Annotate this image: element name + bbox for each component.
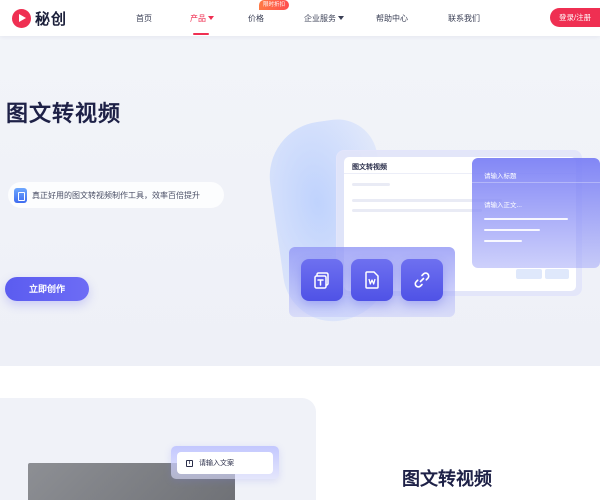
hero-tagline-text: 真正好用的图文转视频制作工具，效率百倍提升 bbox=[32, 190, 200, 200]
text-line bbox=[484, 240, 522, 242]
body-input-row: 请输入正文... bbox=[472, 194, 600, 212]
logo[interactable]: 秘创 bbox=[12, 8, 67, 29]
nav-item-home[interactable]: 首页 bbox=[136, 13, 152, 24]
title-input-row: 请输入标题 bbox=[472, 165, 600, 183]
link-tile[interactable] bbox=[401, 259, 443, 301]
title-placeholder: 请输入标题 bbox=[484, 173, 517, 180]
text-file-tile[interactable] bbox=[301, 259, 343, 301]
nav-item-enterprise[interactable]: 企业服务 bbox=[304, 13, 344, 24]
nav-item-products-label: 产品 bbox=[190, 14, 206, 23]
brand-name: 秘创 bbox=[35, 11, 68, 28]
editor-button-placeholder bbox=[545, 269, 569, 279]
section-title: 图文转视频 bbox=[402, 469, 492, 489]
link-icon bbox=[414, 272, 430, 288]
nav-item-pricing[interactable]: 价格 bbox=[248, 13, 264, 24]
active-nav-indicator bbox=[193, 33, 209, 35]
copy-input-card: T 请输入文案 bbox=[171, 446, 279, 479]
hero-title: 图文转视频 bbox=[6, 101, 122, 126]
text-line bbox=[484, 229, 540, 231]
text-file-icon bbox=[314, 272, 329, 289]
nav-item-products[interactable]: 产品 bbox=[190, 13, 214, 24]
nav-item-contact[interactable]: 联系我们 bbox=[448, 13, 480, 24]
source-type-tray bbox=[289, 247, 455, 317]
body-placeholder: 请输入正文... bbox=[484, 202, 522, 209]
caret-down-icon bbox=[208, 16, 214, 20]
nav-item-enterprise-label: 企业服务 bbox=[304, 14, 336, 23]
create-now-button[interactable]: 立即创作 bbox=[5, 277, 89, 301]
placeholder-line bbox=[352, 183, 390, 186]
word-file-tile[interactable] bbox=[351, 259, 393, 301]
play-logo-icon bbox=[12, 9, 31, 28]
document-icon bbox=[14, 187, 27, 203]
top-header: 秘创 首页 产品 限时折扣 价格 企业服务 帮助中心 联系我们 登录/注册 bbox=[0, 0, 600, 36]
word-file-icon bbox=[365, 271, 379, 289]
placeholder-line bbox=[352, 209, 482, 212]
ai-input-card-illustration: 请输入标题 请输入正文... bbox=[472, 158, 600, 268]
text-line bbox=[484, 218, 568, 220]
copy-input-field[interactable]: T 请输入文案 bbox=[177, 452, 273, 474]
login-register-button[interactable]: 登录/注册 bbox=[550, 8, 600, 27]
nav-item-help[interactable]: 帮助中心 bbox=[376, 13, 408, 24]
price-promo-badge: 限时折扣 bbox=[259, 0, 290, 10]
copy-input-placeholder: 请输入文案 bbox=[199, 460, 234, 467]
editor-window-title: 图文转视频 bbox=[352, 164, 387, 171]
hero-tagline: 真正好用的图文转视频制作工具，效率百倍提升 bbox=[8, 182, 224, 208]
caret-down-icon bbox=[338, 16, 344, 20]
text-icon: T bbox=[186, 459, 193, 467]
editor-button-placeholder bbox=[516, 269, 542, 279]
hero-section: 图文转视频 真正好用的图文转视频制作工具，效率百倍提升 立即创作 图文转视频 请… bbox=[0, 36, 600, 366]
